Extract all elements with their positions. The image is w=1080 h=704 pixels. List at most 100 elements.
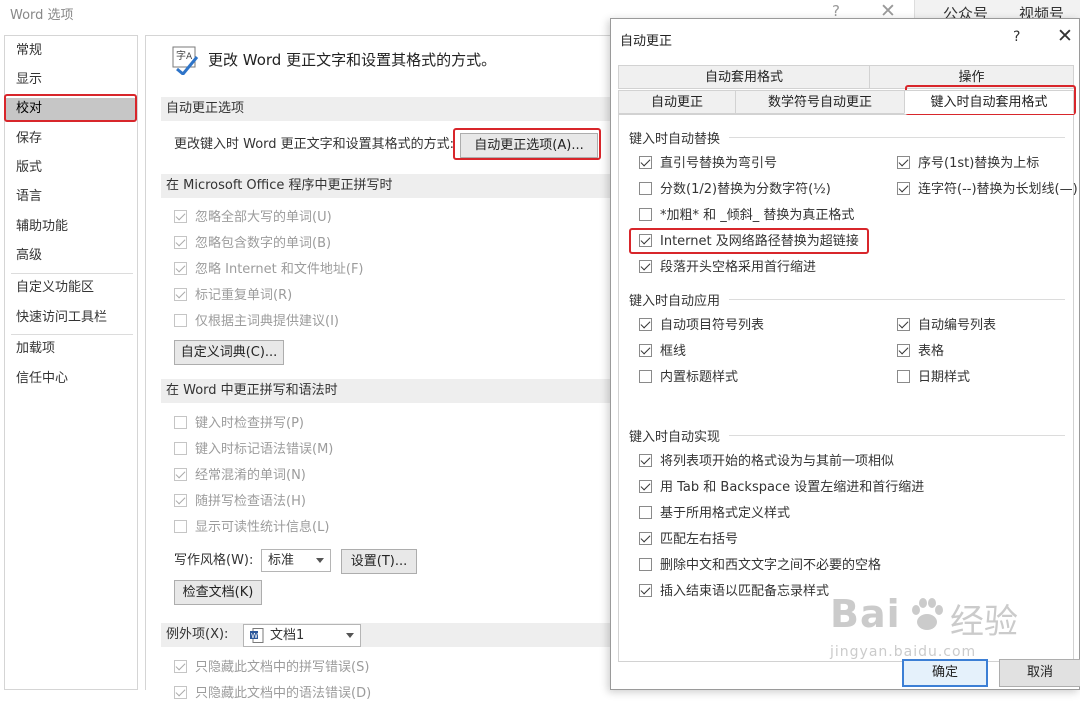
page-title: 更改 Word 更正文字和设置其格式的方式。	[208, 51, 497, 69]
chevron-down-icon	[346, 633, 354, 638]
option-list-format[interactable]: 将列表项开始的格式设为与其前一项相似	[639, 452, 894, 472]
option-first-line-indent[interactable]: 段落开头空格采用首行缩进	[639, 258, 816, 278]
checkbox[interactable]	[174, 314, 187, 327]
checkbox[interactable]	[174, 468, 187, 481]
exceptions-bar-bg	[161, 623, 621, 647]
option-hide-grammar-errors[interactable]: 只隐藏此文档中的语法错误(D)	[174, 684, 371, 704]
option-hide-spelling-errors[interactable]: 只隐藏此文档中的拼写错误(S)	[174, 658, 369, 678]
checkbox[interactable]	[174, 236, 187, 249]
option-readability-stats[interactable]: 显示可读性统计信息(L)	[174, 518, 329, 538]
checkbox[interactable]	[174, 288, 187, 301]
checkbox[interactable]	[174, 520, 187, 533]
ok-button[interactable]: 确定	[902, 659, 988, 687]
option-ignore-numbers[interactable]: 忽略包含数字的单词(B)	[174, 234, 331, 254]
option-auto-bullets[interactable]: 自动项目符号列表	[639, 316, 764, 336]
sidebar-item-accessibility[interactable]: 辅助功能	[5, 216, 137, 238]
option-ordinals-superscript[interactable]: 序号(1st)替换为上标	[897, 154, 1039, 174]
option-hyphens-dash[interactable]: 连字符(--)替换为长划线(—)	[897, 180, 1078, 200]
option-straight-quotes[interactable]: 直引号替换为弯引号	[639, 154, 777, 174]
sidebar-item-trust-center[interactable]: 信任中心	[5, 368, 137, 390]
close-icon[interactable]: ✕	[1057, 25, 1073, 47]
option-date-style[interactable]: 日期样式	[897, 368, 970, 388]
checkbox[interactable]	[639, 584, 652, 597]
group-replace-title: 键入时自动替换	[629, 132, 721, 147]
writing-style-select[interactable]: 标准	[261, 549, 331, 572]
checkbox[interactable]	[639, 156, 652, 169]
option-ignore-internet[interactable]: 忽略 Internet 和文件地址(F)	[174, 260, 364, 280]
watermark-brand: Bai	[830, 592, 901, 636]
checkbox[interactable]	[639, 182, 652, 195]
chevron-down-icon	[316, 558, 324, 563]
section-autocorrect: 自动更正选项	[161, 97, 621, 121]
checkbox[interactable]	[639, 344, 652, 357]
writing-settings-button[interactable]: 设置(T)...	[341, 549, 417, 574]
sidebar-item-quick-access[interactable]: 快速访问工具栏	[5, 307, 137, 329]
option-border-lines[interactable]: 框线	[639, 342, 686, 362]
option-grammar-with-spelling[interactable]: 随拼写检查语法(H)	[174, 492, 306, 512]
option-heading-styles[interactable]: 内置标题样式	[639, 368, 738, 388]
sidebar-item-layout[interactable]: 版式	[5, 157, 137, 179]
checkbox[interactable]	[639, 318, 652, 331]
checkbox[interactable]	[174, 416, 187, 429]
group-divider	[729, 299, 1065, 300]
checkbox[interactable]	[897, 370, 910, 383]
cancel-button[interactable]: 取消	[999, 659, 1080, 687]
option-tables[interactable]: 表格	[897, 342, 944, 362]
svg-text:A: A	[186, 52, 193, 62]
checkbox[interactable]	[639, 208, 652, 221]
checkbox[interactable]	[174, 494, 187, 507]
option-ignore-uppercase[interactable]: 忽略全部大写的单词(U)	[174, 208, 332, 228]
checkbox[interactable]	[174, 660, 187, 673]
paw-icon	[912, 598, 943, 630]
tab-math-autocorrect[interactable]: 数学符号自动更正	[735, 90, 905, 114]
option-auto-numbering[interactable]: 自动编号列表	[897, 316, 996, 336]
option-confused-words[interactable]: 经常混淆的单词(N)	[174, 466, 306, 486]
checkbox[interactable]	[639, 260, 652, 273]
option-main-dictionary[interactable]: 仅根据主词典提供建议(I)	[174, 312, 339, 332]
checkbox[interactable]	[897, 344, 910, 357]
checkbox[interactable]	[639, 558, 652, 571]
exceptions-document-select[interactable]: W 文档1	[243, 624, 361, 647]
help-icon[interactable]: ?	[1013, 29, 1020, 45]
checkbox[interactable]	[174, 210, 187, 223]
checkbox[interactable]	[174, 262, 187, 275]
option-tab-backspace-indent[interactable]: 用 Tab 和 Backspace 设置左缩进和首行缩进	[639, 478, 924, 498]
custom-dictionaries-button[interactable]: 自定义词典(C)...	[174, 340, 284, 365]
group-divider	[729, 435, 1065, 436]
option-memo-closing[interactable]: 插入结束语以匹配备忘录样式	[639, 582, 829, 602]
option-define-styles[interactable]: 基于所用格式定义样式	[639, 504, 790, 524]
option-bold-italic[interactable]: *加粗* 和 _倾斜_ 替换为真正格式	[639, 206, 854, 226]
baidu-watermark: Bai 经验 jingyan.baidu.com	[830, 592, 1070, 662]
option-mark-grammar[interactable]: 键入时标记语法错误(M)	[174, 440, 333, 460]
checkbox[interactable]	[639, 506, 652, 519]
option-flag-repeated[interactable]: 标记重复单词(R)	[174, 286, 292, 306]
checkbox[interactable]	[174, 686, 187, 699]
checkbox[interactable]	[174, 442, 187, 455]
sidebar-item-display[interactable]: 显示	[5, 69, 137, 91]
sidebar-item-addins[interactable]: 加载项	[5, 338, 137, 360]
checkbox[interactable]	[639, 370, 652, 383]
checkbox[interactable]	[639, 454, 652, 467]
checkbox[interactable]	[897, 156, 910, 169]
option-check-spelling[interactable]: 键入时检查拼写(P)	[174, 414, 304, 434]
sidebar-item-general[interactable]: 常规	[5, 40, 137, 62]
sidebar-item-language[interactable]: 语言	[5, 186, 137, 208]
checkbox[interactable]	[897, 182, 910, 195]
option-fractions[interactable]: 分数(1/2)替换为分数字符(½)	[639, 180, 831, 200]
exceptions-label: 例外项(X):	[166, 627, 229, 642]
option-match-parentheses[interactable]: 匹配左右括号	[639, 530, 738, 550]
check-document-button[interactable]: 检查文档(K)	[174, 580, 262, 605]
checkbox[interactable]	[897, 318, 910, 331]
checkbox[interactable]	[639, 480, 652, 493]
sidebar-item-customize-ribbon[interactable]: 自定义功能区	[5, 277, 137, 299]
tab-autocorrect[interactable]: 自动更正	[618, 90, 736, 114]
tab-autoformat[interactable]: 自动套用格式	[618, 65, 870, 89]
section-office-spelling: 在 Microsoft Office 程序中更正拼写时	[161, 174, 621, 198]
group-apply-title: 键入时自动应用	[629, 294, 721, 309]
checkbox[interactable]	[639, 532, 652, 545]
sidebar-item-save[interactable]: 保存	[5, 128, 137, 150]
tab-autoformat-as-you-type[interactable]: 键入时自动套用格式	[904, 90, 1074, 114]
sidebar-item-advanced[interactable]: 高级	[5, 245, 137, 267]
svg-text:W: W	[251, 632, 258, 640]
option-remove-spaces[interactable]: 删除中文和西文文字之间不必要的空格	[639, 556, 881, 576]
